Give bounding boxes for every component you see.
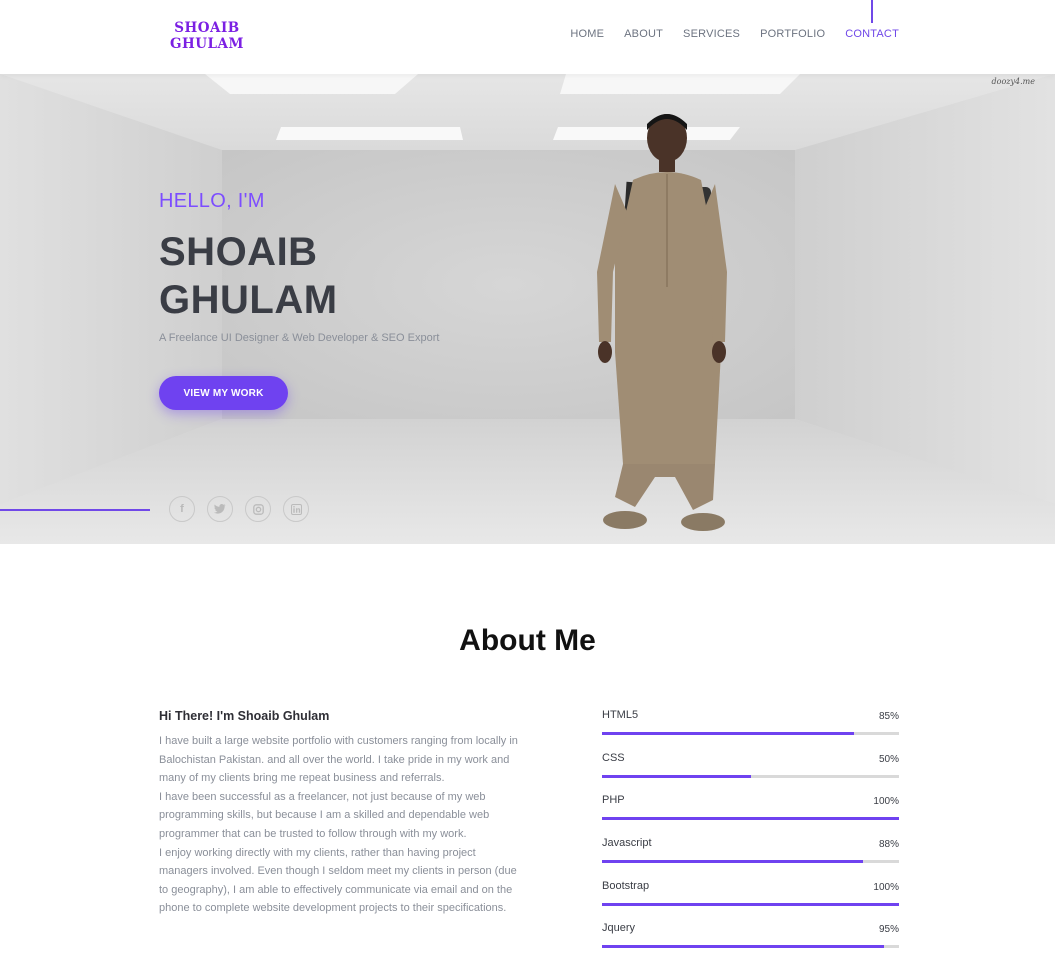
hero-name-line-2: GHULAM	[159, 278, 338, 322]
facebook-icon[interactable]: f	[169, 496, 195, 522]
skill-name: CSS	[602, 751, 625, 764]
about-title: About Me	[459, 624, 596, 657]
site-header: SHOAIB GHULAM HOME ABOUT SERVICES PORTFO…	[0, 0, 1055, 74]
about-paragraph-1: I have built a large website portfolio w…	[159, 735, 518, 785]
skill-row: CSS 50%	[602, 752, 899, 795]
about-intro: Hi There! I'm Shoaib Ghulam I have built…	[159, 709, 519, 918]
twitter-icon[interactable]	[207, 496, 233, 522]
about-heading: Hi There! I'm Shoaib Ghulam	[159, 709, 330, 723]
skill-name: HTML5	[602, 709, 639, 721]
main-nav: HOME ABOUT SERVICES PORTFOLIO CONTACT	[570, 28, 899, 40]
about-paragraph-3: I enjoy working directly with my clients…	[159, 846, 517, 915]
skill-percent: 95%	[878, 924, 899, 936]
hero-divider-line	[0, 509, 150, 511]
skill-name: PHP	[602, 794, 625, 807]
skill-percent: 85%	[878, 711, 899, 722]
hero-greeting: HELLO, I'M	[159, 190, 265, 212]
social-links: f	[169, 496, 309, 522]
nav-about[interactable]: ABOUT	[624, 28, 663, 40]
logo-line-2: GHULAM	[170, 36, 244, 52]
linkedin-icon[interactable]	[283, 496, 309, 522]
skill-name: Bootstrap	[602, 879, 650, 892]
skill-name: Javascript	[602, 837, 652, 850]
hero-name-line-1: SHOAIB	[159, 230, 318, 274]
skill-progress-fill	[602, 817, 899, 821]
watermark-text: doozy4.me	[991, 77, 1035, 86]
skill-progress-fill	[602, 774, 751, 778]
view-my-work-button[interactable]: VIEW MY WORK	[159, 376, 288, 410]
logo-line-1: SHOAIB	[174, 20, 240, 36]
skill-row: Javascript 88%	[602, 837, 899, 880]
skill-percent: 100%	[873, 881, 899, 893]
hero-name: SHOAIB GHULAM	[159, 228, 479, 324]
nav-services[interactable]: SERVICES	[683, 28, 740, 40]
skill-percent: 100%	[873, 796, 899, 808]
about-paragraph-2: I have been successful as a freelancer, …	[159, 790, 490, 840]
skill-progress-track	[602, 945, 899, 949]
skill-progress-fill	[602, 860, 864, 864]
skill-progress-track	[602, 902, 899, 906]
skill-progress-fill	[602, 902, 899, 906]
skill-row: PHP 100%	[602, 794, 899, 837]
site-logo[interactable]: SHOAIB GHULAM	[170, 20, 244, 52]
hero-section: doozy4.me HELLO, I'M SHOAIB GHULAM A Fre…	[0, 74, 1055, 544]
skills-list: HTML5 85% CSS 50% PHP 100% Javascript 88…	[602, 709, 899, 965]
active-nav-indicator	[871, 0, 873, 23]
nav-portfolio[interactable]: PORTFOLIO	[760, 28, 825, 40]
skill-row: HTML5 85%	[602, 709, 899, 752]
person-photo	[597, 114, 727, 531]
skill-percent: 88%	[878, 839, 899, 851]
skill-percent: 50%	[878, 753, 899, 765]
skill-progress-track	[602, 732, 899, 735]
skill-progress-track	[602, 817, 899, 821]
skill-row: Bootstrap 100%	[602, 880, 899, 923]
skill-name: Jquery	[602, 922, 636, 935]
skill-row: Jquery 95%	[602, 922, 899, 965]
nav-contact[interactable]: CONTACT	[845, 28, 899, 40]
hero-tagline: A Freelance UI Designer & Web Developer …	[159, 332, 440, 344]
skill-progress-track	[602, 774, 899, 778]
skill-progress-fill	[602, 732, 855, 735]
skill-progress-fill	[602, 945, 885, 949]
nav-home[interactable]: HOME	[570, 28, 604, 40]
instagram-icon[interactable]	[245, 496, 271, 522]
skill-progress-track	[602, 860, 899, 864]
